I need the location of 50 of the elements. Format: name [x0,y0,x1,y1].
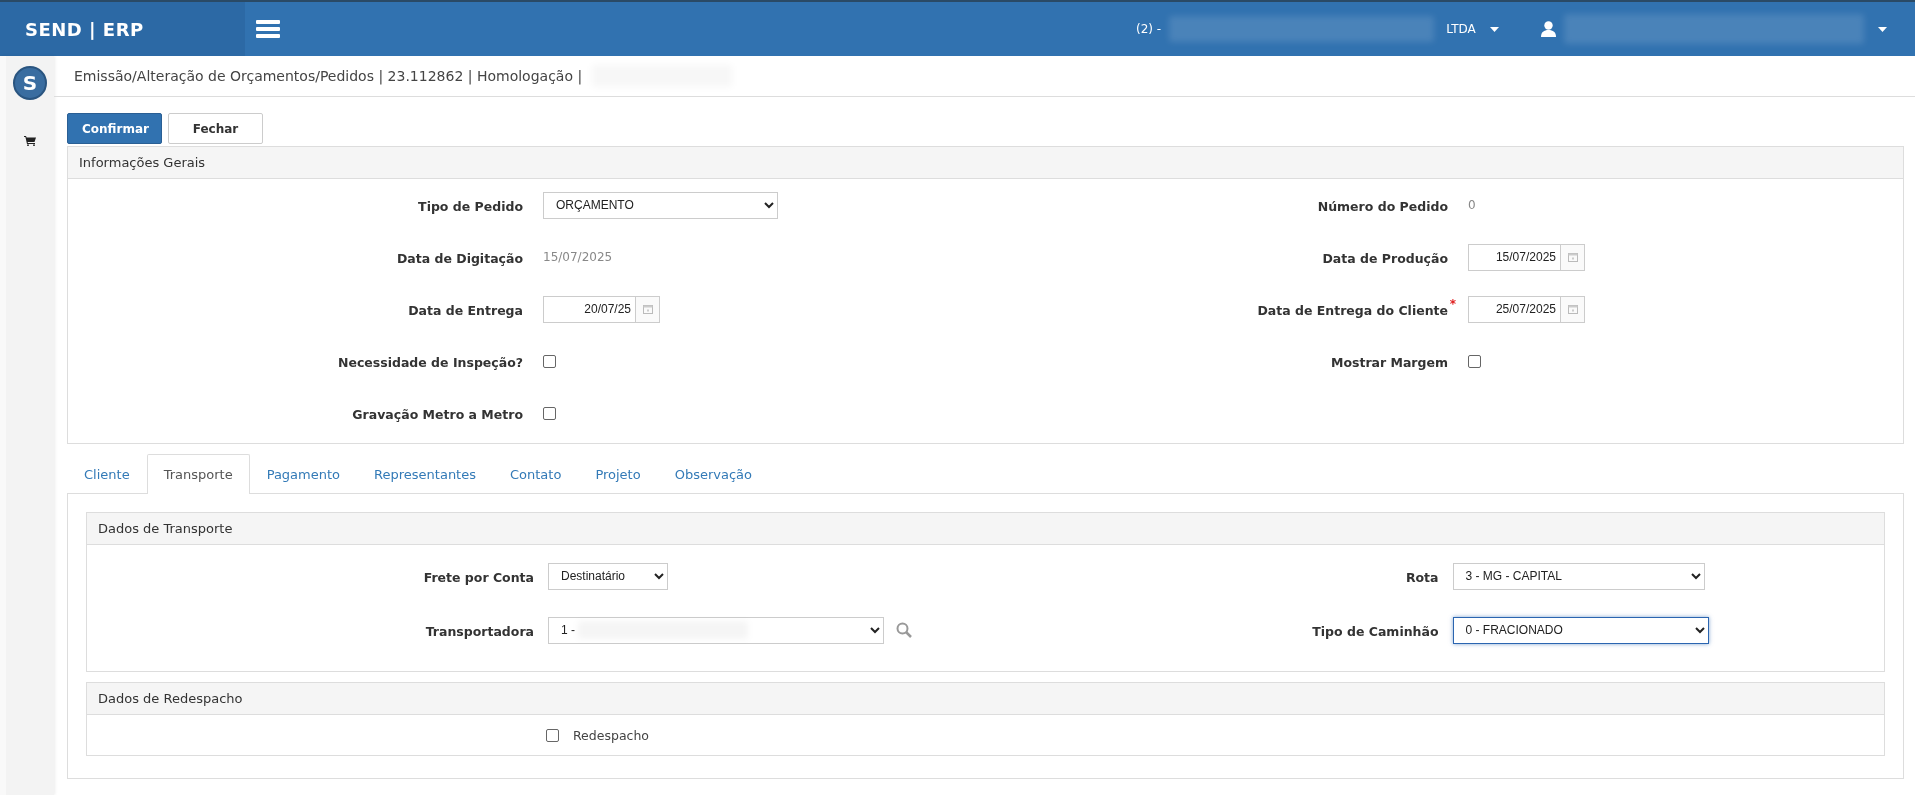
field-label: Tipo de Caminhão [1312,623,1439,639]
panel-title: Dados de Transporte [98,521,233,536]
dropdown[interactable]: 1 - [548,616,884,644]
checkbox[interactable] [546,728,559,742]
field-label: Número do Pedido [1317,198,1448,214]
field-label: Transportadora [425,623,534,639]
dropdown[interactable]: 3 - MG - CAPITAL [1452,562,1705,590]
user-icon[interactable] [1540,21,1556,37]
checkbox[interactable] [543,354,556,368]
confirm-button[interactable]: Confirmar [67,113,162,144]
field-label: Data de Digitação [396,250,523,266]
field-label: Rota [1405,569,1439,585]
checkbox-label: Redespacho [573,727,649,743]
field-label: Data de Entrega [408,302,523,318]
close-button[interactable]: Fechar [168,113,263,144]
search-icon[interactable] [896,622,912,638]
app-logo[interactable]: S [13,66,47,100]
date-field[interactable]: 20/07/25 [543,295,635,323]
tab[interactable]: Contato [493,454,579,494]
dropdown[interactable]: Destinatário [548,562,668,590]
company-suffix[interactable]: LTDA [1446,22,1476,36]
tab[interactable]: Representantes [357,454,493,494]
caret-icon[interactable] [1489,26,1499,32]
field-value: 0 [1468,198,1476,212]
field-label: Gravação Metro a Metro [352,406,523,422]
tab[interactable]: Observação [657,454,769,494]
tab[interactable]: Cliente [67,454,147,494]
checkbox[interactable] [1468,354,1481,368]
required-mark: * [1449,296,1456,311]
checkbox[interactable] [543,406,556,420]
page-title: Emissão/Alteração de Orçamentos/Pedidos | 23.112862 | Homologação | [74,68,583,84]
tab[interactable]: Pagamento [249,454,358,494]
company-prefix[interactable]: (2) - [1136,22,1162,36]
date-field[interactable]: 15/07/2025 [1468,243,1560,271]
brand-logo: SEND | ERP [24,18,144,40]
caret-icon[interactable] [1877,26,1887,32]
dropdown[interactable]: 0 - FRACIONADO [1452,616,1709,644]
panel-title: Dados de Redespacho [98,691,243,706]
field-label: Frete por Conta [423,569,534,585]
dropdown[interactable]: ORÇAMENTO [543,191,778,219]
field-label: Mostrar Margem [1330,354,1448,370]
field-label: Tipo de Pedido [418,198,523,214]
tab[interactable]: Transporte [146,454,250,494]
tab[interactable]: Projeto [578,454,658,494]
panel-title: Informações Gerais [79,155,206,170]
field-label: Data de Produção [1322,250,1448,266]
cart-icon[interactable] [24,136,36,146]
field-label: Necessidade de Inspeção? [337,354,523,370]
date-field[interactable]: 25/07/2025 [1468,295,1560,323]
menu-icon[interactable] [256,20,280,38]
